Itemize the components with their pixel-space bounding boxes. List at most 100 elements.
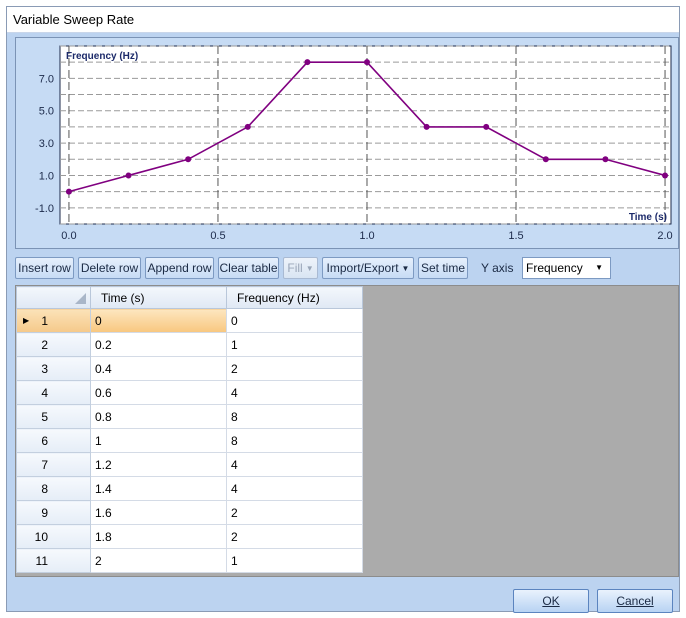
fill-label: Fill xyxy=(287,261,303,275)
row-header[interactable]: 7 xyxy=(16,452,91,477)
cell-time[interactable]: 2 xyxy=(90,548,227,573)
cell-frequency[interactable]: 4 xyxy=(226,476,363,501)
table-row[interactable]: 6 18 xyxy=(16,428,363,453)
cell-time[interactable]: 0.6 xyxy=(90,380,227,405)
column-header-frequency[interactable]: Frequency (Hz) xyxy=(226,286,363,309)
row-number: 9 xyxy=(41,505,48,520)
y-axis-select[interactable]: Frequency ▼ xyxy=(522,257,611,279)
clear-table-button[interactable]: Clear table xyxy=(218,257,279,279)
cell-frequency[interactable]: 2 xyxy=(226,356,363,381)
x-tick-label: 2.0 xyxy=(657,230,672,242)
y-tick-label: 3.0 xyxy=(39,138,54,150)
row-header[interactable]: 9 xyxy=(16,500,91,525)
column-header-time[interactable]: Time (s) xyxy=(90,286,227,309)
y-axis-label: Y axis xyxy=(481,261,514,275)
table-row[interactable]: 11 2 1 xyxy=(16,548,363,573)
table-toolbar: Insert row Delete row Append row Clear t… xyxy=(15,257,679,281)
table-row[interactable]: 10 1.8 2 xyxy=(16,524,363,549)
table-row[interactable]: 9 1.6 2 xyxy=(16,500,363,525)
fill-dropdown-button[interactable]: Fill ▼ xyxy=(283,257,318,279)
set-time-button[interactable]: Set time xyxy=(418,257,468,279)
insert-row-button[interactable]: Insert row xyxy=(15,257,74,279)
cancel-button[interactable]: Cancel xyxy=(597,589,673,613)
cell-time[interactable]: 1.4 xyxy=(90,476,227,501)
cancel-button-label: Cancel xyxy=(616,594,654,608)
row-header[interactable]: 2 xyxy=(16,332,91,357)
cell-frequency[interactable]: 2 xyxy=(226,524,363,549)
cell-frequency[interactable]: 0 xyxy=(226,308,363,333)
cell-time[interactable]: 1.8 xyxy=(90,524,227,549)
row-header[interactable]: 5 xyxy=(16,404,91,429)
cell-frequency[interactable]: 4 xyxy=(226,452,363,477)
row-header[interactable]: 11 xyxy=(16,548,91,573)
current-row-arrow-icon: ▶ xyxy=(23,316,30,325)
chevron-down-icon: ▼ xyxy=(401,264,410,273)
data-grid-area: Time (s) Frequency (Hz) ▶ 1 0 0 2 0.2 1 3 0.4 2 4 0… xyxy=(15,285,679,577)
import-export-dropdown-button[interactable]: Import/Export ▼ xyxy=(322,257,414,279)
row-header[interactable]: 10 xyxy=(16,524,91,549)
chart-svg: 0.0 0.5 1.0 1.5 2.0 -1.0 1.0 3.0 5.0 7.0 Frequency… xyxy=(35,45,673,242)
x-axis-title: Time (s) xyxy=(629,212,667,223)
table-row[interactable]: 7 1.2 4 xyxy=(16,452,363,477)
y-tick-label: 5.0 xyxy=(39,106,54,118)
table-row[interactable]: ▶ 1 0 0 xyxy=(16,308,363,333)
data-table: Time (s) Frequency (Hz) ▶ 1 0 0 2 0.2 1 3 0.4 2 4 0… xyxy=(16,286,363,573)
cell-time[interactable]: 0.2 xyxy=(90,332,227,357)
y-axis-title: Frequency (Hz) xyxy=(66,51,138,62)
import-export-label: Import/Export xyxy=(326,261,399,275)
cell-time[interactable]: 0 xyxy=(90,308,227,333)
plot-area xyxy=(59,45,672,225)
row-header[interactable]: 8 xyxy=(16,476,91,501)
select-all-corner[interactable] xyxy=(16,286,91,309)
select-all-triangle-icon xyxy=(75,293,86,304)
row-number: 11 xyxy=(35,553,48,568)
row-header[interactable]: 4 xyxy=(16,380,91,405)
cell-frequency[interactable]: 8 xyxy=(226,404,363,429)
row-number: 3 xyxy=(41,361,48,376)
cell-frequency[interactable]: 8 xyxy=(226,428,363,453)
data-point xyxy=(244,123,251,130)
window-title: Variable Sweep Rate xyxy=(7,7,679,33)
table-body: ▶ 1 0 0 2 0.2 1 3 0.4 2 4 0.6 4 5 0.8 8 6 1 8 7 1.2 4 8 1.4 4 9 1.… xyxy=(16,308,363,573)
y-tick-label: -1.0 xyxy=(35,203,54,215)
table-row[interactable]: 3 0.4 2 xyxy=(16,356,363,381)
data-point xyxy=(363,59,370,66)
row-header[interactable]: ▶ 1 xyxy=(16,308,91,333)
ok-button-label: OK xyxy=(542,594,560,608)
y-tick-label: 7.0 xyxy=(39,73,54,85)
delete-row-button[interactable]: Delete row xyxy=(78,257,141,279)
ok-button[interactable]: OK xyxy=(513,589,589,613)
table-row[interactable]: 4 0.6 4 xyxy=(16,380,363,405)
chevron-down-icon: ▼ xyxy=(595,263,603,272)
append-row-button[interactable]: Append row xyxy=(145,257,214,279)
table-row[interactable]: 8 1.4 4 xyxy=(16,476,363,501)
row-number: 8 xyxy=(41,481,48,496)
cell-time[interactable]: 1.6 xyxy=(90,500,227,525)
row-header[interactable]: 3 xyxy=(16,356,91,381)
cell-frequency[interactable]: 2 xyxy=(226,500,363,525)
cell-time[interactable]: 1 xyxy=(90,428,227,453)
row-number: 2 xyxy=(41,337,48,352)
data-point xyxy=(304,59,311,66)
cell-time[interactable]: 1.2 xyxy=(90,452,227,477)
y-axis-select-value: Frequency xyxy=(526,261,583,275)
cell-frequency[interactable]: 1 xyxy=(226,332,363,357)
x-tick-label: 0.5 xyxy=(210,230,225,242)
x-tick-label: 1.5 xyxy=(508,230,523,242)
chevron-down-icon: ▼ xyxy=(305,264,314,273)
data-point xyxy=(185,156,192,163)
row-number: 1 xyxy=(41,313,48,328)
cell-frequency[interactable]: 4 xyxy=(226,380,363,405)
data-point xyxy=(602,156,609,163)
row-number: 10 xyxy=(34,529,48,544)
cell-time[interactable]: 0.4 xyxy=(90,356,227,381)
cell-frequency[interactable]: 1 xyxy=(226,548,363,573)
row-number: 5 xyxy=(41,409,48,424)
data-point xyxy=(662,172,669,179)
table-row[interactable]: 2 0.2 1 xyxy=(16,332,363,357)
table-row[interactable]: 5 0.8 8 xyxy=(16,404,363,429)
row-number: 7 xyxy=(41,457,48,472)
cell-time[interactable]: 0.8 xyxy=(90,404,227,429)
data-point xyxy=(125,172,132,179)
row-header[interactable]: 6 xyxy=(16,428,91,453)
